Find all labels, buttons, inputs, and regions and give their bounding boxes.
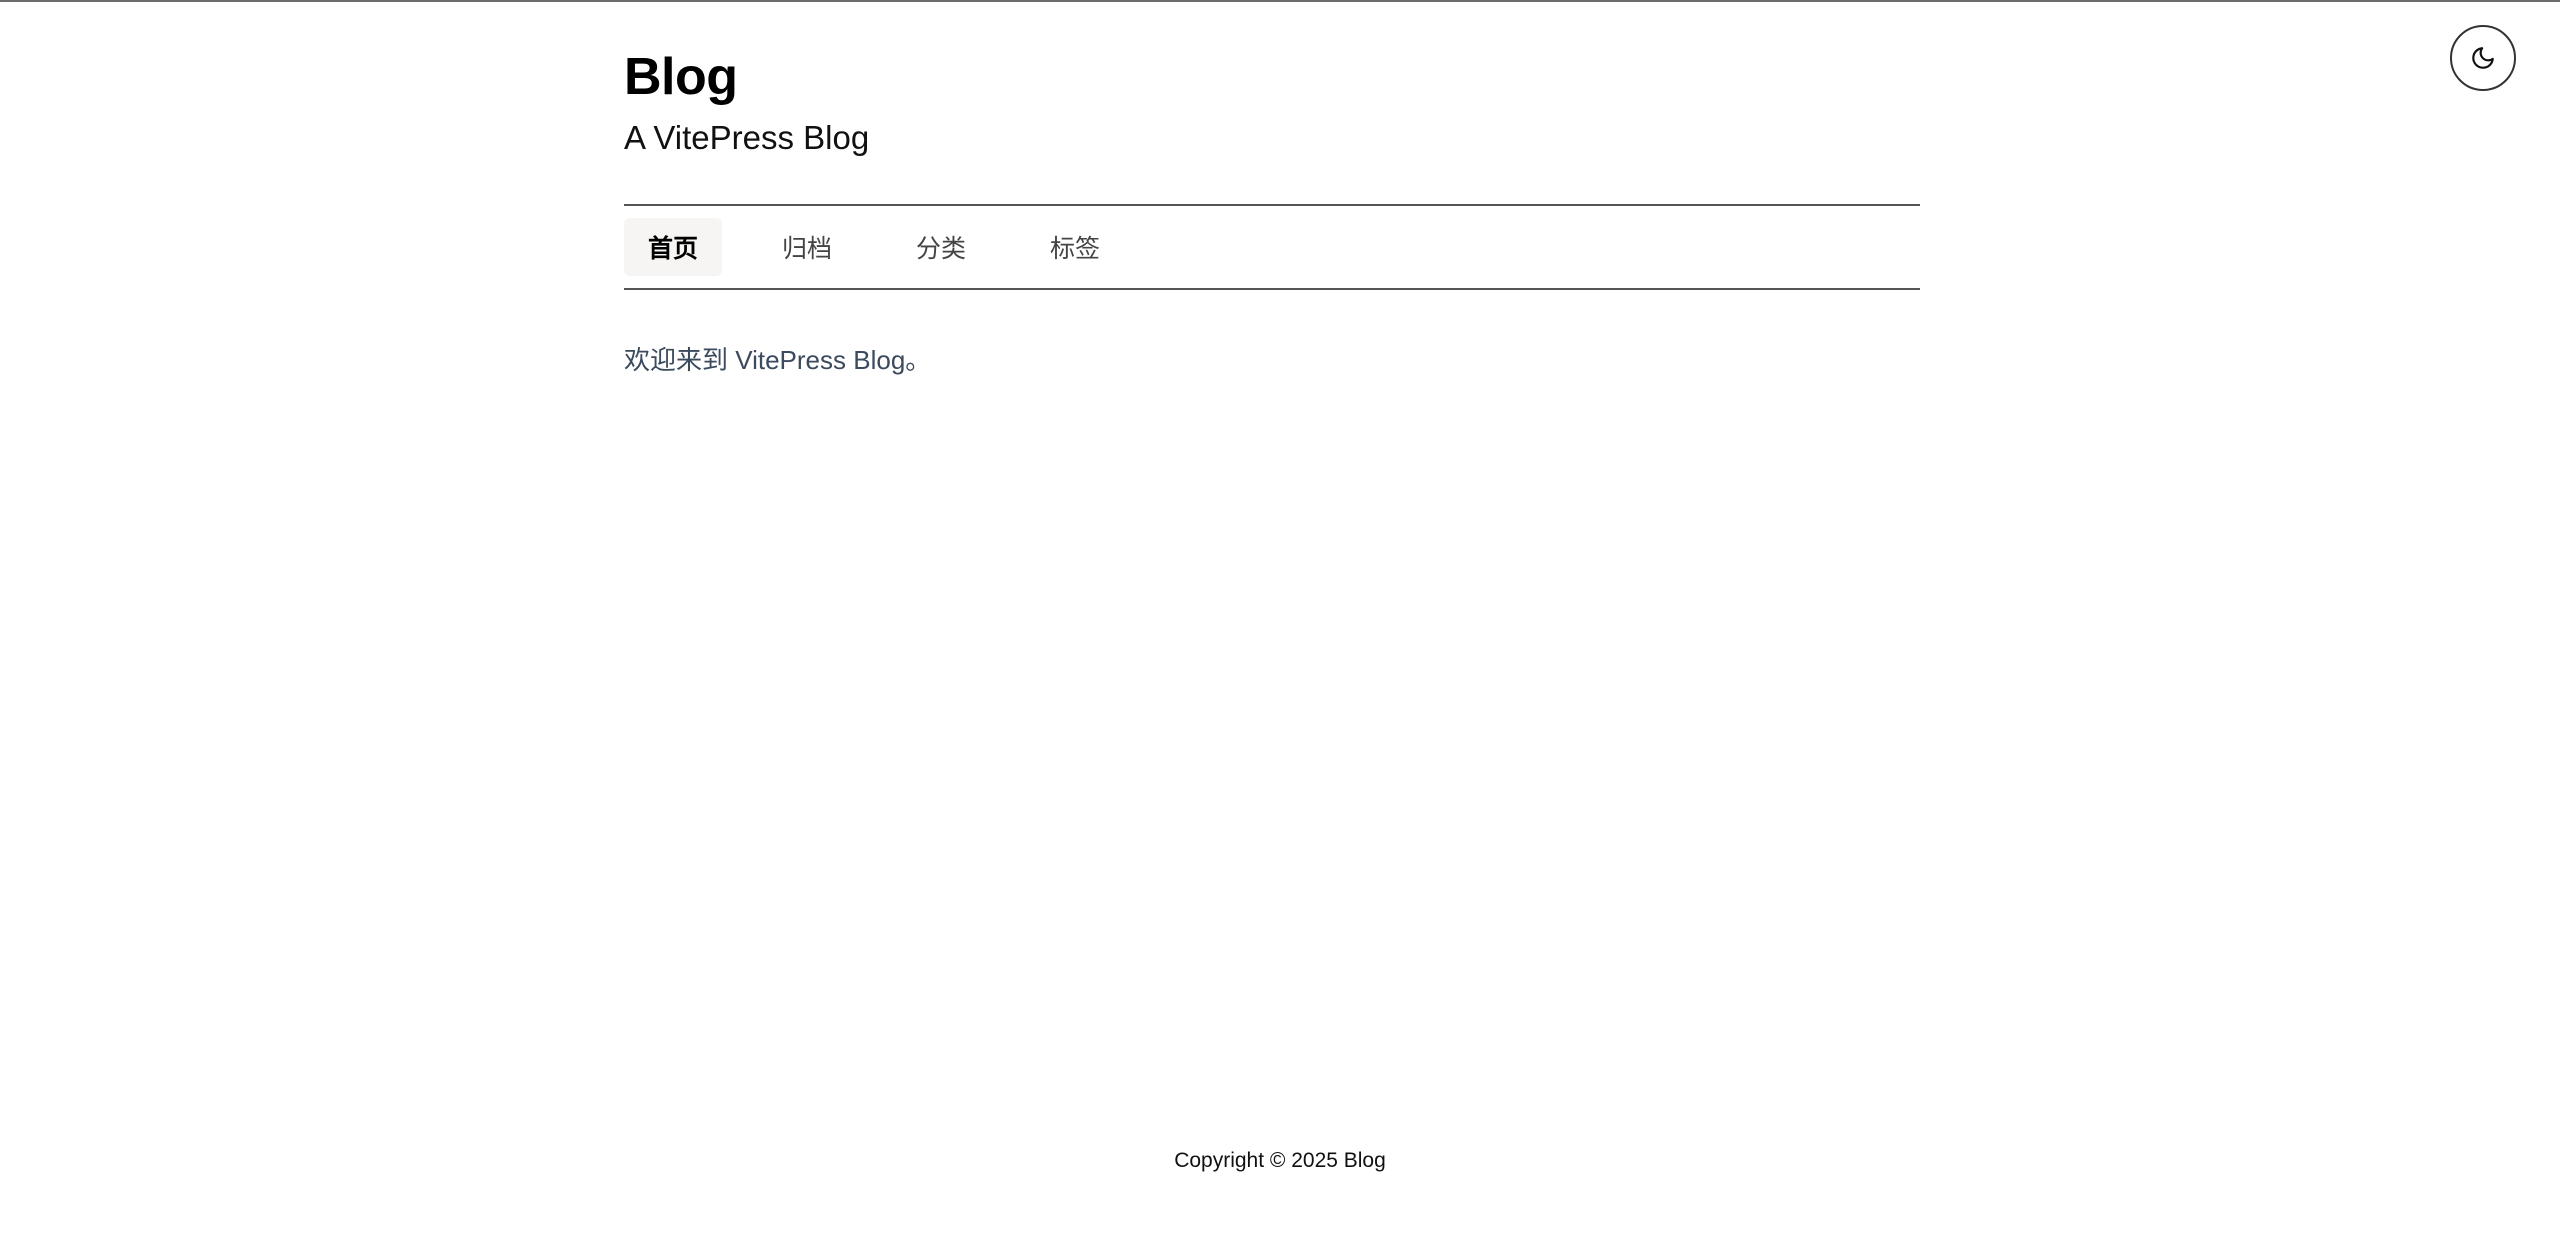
footer-copyright: Copyright © 2025 Blog: [1174, 1149, 1386, 1172]
welcome-text: 欢迎来到 VitePress Blog。: [624, 345, 932, 375]
top-border: [0, 0, 2560, 2]
nav-item-tags[interactable]: 标签: [1026, 218, 1124, 276]
nav-item-archive[interactable]: 归档: [758, 218, 856, 276]
site-title[interactable]: Blog: [624, 42, 738, 112]
nav-item-home[interactable]: 首页: [624, 218, 723, 276]
site-subtitle: A VitePress Blog: [624, 119, 870, 156]
main-nav: 首页 归档 分类 标签: [624, 204, 1920, 290]
nav-item-categories[interactable]: 分类: [892, 218, 990, 276]
theme-toggle-button[interactable]: [2450, 25, 2516, 91]
moon-icon: [2472, 47, 2494, 69]
